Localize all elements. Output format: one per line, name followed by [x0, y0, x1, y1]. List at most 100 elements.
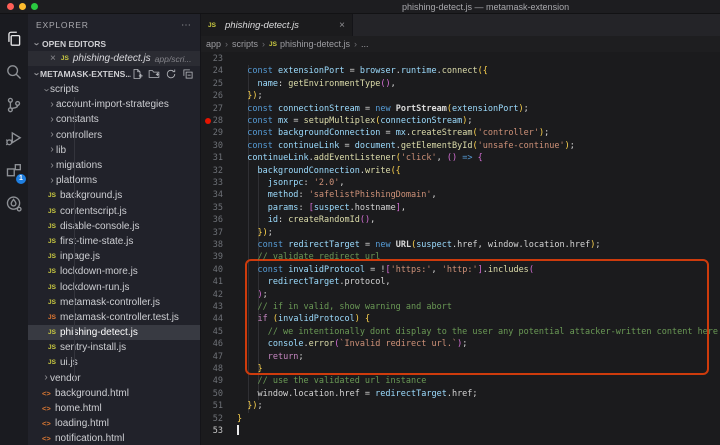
tree-item-label: lockdown-run.js [60, 282, 129, 293]
more-actions-icon[interactable]: ⋯ [181, 20, 192, 31]
tree-item[interactable]: ›constants [28, 112, 200, 127]
code-editor[interactable]: 2324 const extensionPort = browser.runti… [201, 52, 720, 445]
line-number[interactable]: 45 [201, 326, 223, 338]
close-tab-icon[interactable]: × [339, 20, 345, 31]
line-number[interactable]: 29 [201, 127, 223, 139]
line-number[interactable]: 27 [201, 103, 223, 115]
tree-item-label: disable-console.js [60, 221, 140, 232]
line-number[interactable]: 25 [201, 78, 223, 90]
line-number[interactable]: 23 [201, 53, 223, 65]
line-number[interactable]: 42 [201, 289, 223, 301]
tree-item[interactable]: JSphishing-detect.js [28, 325, 200, 340]
tree-item[interactable]: JSlockdown-more.js [28, 264, 200, 279]
line-number[interactable]: 50 [201, 388, 223, 400]
line-number[interactable]: 53 [201, 425, 223, 437]
tree-item[interactable]: <>home.html [28, 401, 200, 416]
tree-item-label: platforms [56, 175, 97, 186]
tree-item[interactable]: JSui.js [28, 355, 200, 370]
breadcrumb-item[interactable]: scripts [232, 39, 258, 49]
line-number[interactable]: 39 [201, 251, 223, 263]
line-number[interactable]: 37 [201, 227, 223, 239]
tree-item[interactable]: ›vendor [28, 371, 200, 386]
search-icon[interactable] [0, 55, 28, 88]
run-debug-icon[interactable] [0, 121, 28, 154]
tree-item[interactable]: JSfirst-time-state.js [28, 234, 200, 249]
tree-item[interactable]: JSlockdown-run.js [28, 279, 200, 294]
source-control-icon[interactable] [0, 88, 28, 121]
code-line: 31 continueLink.addEventListener('click'… [201, 152, 720, 164]
open-editors-header[interactable]: › OPEN EDITORS [28, 36, 200, 51]
tree-item[interactable]: JSbackground.js [28, 188, 200, 203]
code-line: 42 ); [201, 289, 720, 301]
sidebar-explorer: EXPLORER ⋯ › OPEN EDITORS × JS phishing-… [28, 14, 200, 445]
refresh-icon[interactable] [165, 68, 177, 80]
code-line: 37 }); [201, 227, 720, 239]
js-file-icon: JS [48, 223, 60, 230]
close-icon[interactable]: × [50, 53, 56, 64]
line-number[interactable]: 31 [201, 152, 223, 164]
code-line: 34 method: 'safelistPhishingDomain', [201, 189, 720, 201]
tab-phishing-detect[interactable]: JS phishing-detect.js × [201, 14, 353, 36]
code-line: 32 backgroundConnection.write({ [201, 165, 720, 177]
line-number[interactable]: 30 [201, 140, 223, 152]
tree-item[interactable]: JSdisable-console.js [28, 219, 200, 234]
line-number[interactable]: 34 [201, 189, 223, 201]
tree-item-label: metamask-controller.js [60, 297, 160, 308]
line-number[interactable]: 43 [201, 301, 223, 313]
tree-item[interactable]: ›scripts [28, 82, 200, 97]
code-line: 39 // validate redirect url [201, 251, 720, 263]
project-section-header[interactable]: › METAMASK-EXTENS... [28, 66, 200, 82]
code-line: 51 }); [201, 400, 720, 412]
breadcrumb-separator: › [225, 39, 228, 49]
code-line: 38 const redirectTarget = new URL(suspec… [201, 239, 720, 251]
line-number[interactable]: 26 [201, 90, 223, 102]
tree-item[interactable]: JSinpage.js [28, 249, 200, 264]
js-file-icon: JS [48, 299, 60, 306]
breadcrumb-item[interactable]: ... [361, 39, 369, 49]
chevron-right-icon: › [48, 177, 56, 185]
explorer-icon[interactable] [0, 22, 28, 55]
tree-item-label: constants [56, 114, 99, 125]
line-number[interactable]: 24 [201, 65, 223, 77]
new-file-icon[interactable] [131, 68, 143, 80]
tree-item[interactable]: ›lib [28, 143, 200, 158]
tree-item[interactable]: <>loading.html [28, 416, 200, 431]
line-number[interactable]: 40 [201, 264, 223, 276]
line-number[interactable]: 52 [201, 413, 223, 425]
tree-item[interactable]: ›controllers [28, 128, 200, 143]
new-folder-icon[interactable] [148, 68, 160, 80]
js-file-icon: JS [48, 314, 60, 321]
tree-item[interactable]: ›account-import-strategies [28, 97, 200, 112]
line-number[interactable]: 44 [201, 313, 223, 325]
js-file-icon: JS [48, 238, 60, 245]
chevron-right-icon: › [48, 146, 56, 154]
minimize-window-button[interactable] [19, 3, 26, 10]
line-number[interactable]: 48 [201, 363, 223, 375]
line-number[interactable]: 38 [201, 239, 223, 251]
close-window-button[interactable] [7, 3, 14, 10]
line-number[interactable]: 49 [201, 375, 223, 387]
line-number[interactable]: 51 [201, 400, 223, 412]
extensions-icon[interactable]: 1 [0, 154, 28, 187]
collapse-all-icon[interactable] [182, 68, 194, 80]
breadcrumb-item[interactable]: app [206, 39, 221, 49]
open-editor-item[interactable]: × JS phishing-detect.js app/scri... [28, 51, 200, 66]
tree-item[interactable]: ›platforms [28, 173, 200, 188]
line-number[interactable]: 35 [201, 202, 223, 214]
line-number[interactable]: 36 [201, 214, 223, 226]
tree-item[interactable]: JScontentscript.js [28, 204, 200, 219]
line-number[interactable]: 46 [201, 338, 223, 350]
extension-droplet-icon[interactable] [0, 187, 28, 220]
tree-item[interactable]: JSsentry-install.js [28, 340, 200, 355]
tree-item[interactable]: JSmetamask-controller.js [28, 295, 200, 310]
breadcrumb-item[interactable]: JSphishing-detect.js [269, 39, 350, 49]
line-number[interactable]: 32 [201, 165, 223, 177]
tree-item[interactable]: <>notification.html [28, 431, 200, 445]
line-number[interactable]: 33 [201, 177, 223, 189]
maximize-window-button[interactable] [31, 3, 38, 10]
line-number[interactable]: 41 [201, 276, 223, 288]
tree-item[interactable]: <>background.html [28, 386, 200, 401]
line-number[interactable]: 47 [201, 351, 223, 363]
tree-item[interactable]: JSmetamask-controller.test.js [28, 310, 200, 325]
tree-item[interactable]: ›migrations [28, 158, 200, 173]
